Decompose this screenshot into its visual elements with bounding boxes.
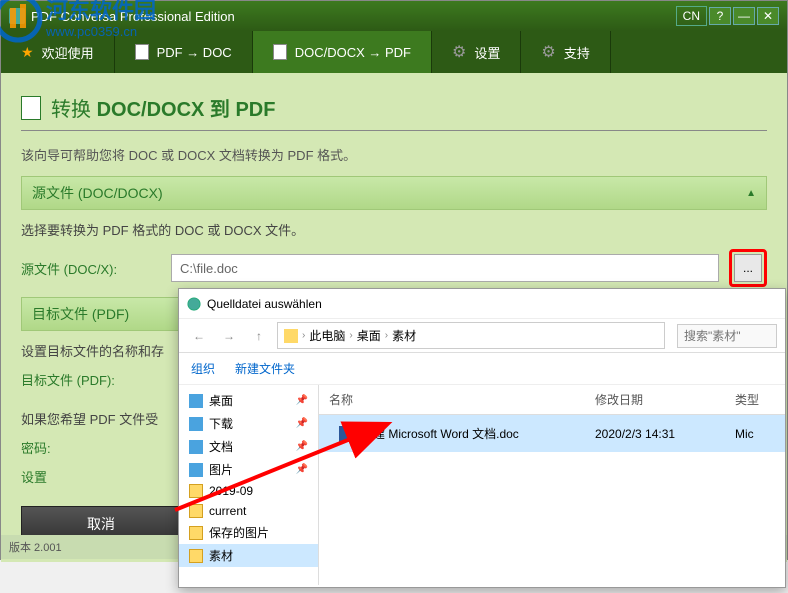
browse-highlight: ... [729,249,767,287]
dialog-title: Quelldatei auswählen [207,297,322,311]
close-button[interactable]: ✕ [757,7,779,25]
tab-settings[interactable]: ⚙设置 [432,31,521,73]
word-doc-icon [339,426,355,442]
page-description: 该向导可帮助您将 DOC 或 DOCX 文档转换为 PDF 格式。 [21,145,767,164]
doc-icon [189,440,203,454]
chevron-up-icon: ▲ [746,188,756,199]
folder-icon [189,549,203,563]
file-list-header: 名称 修改日期 类型 [319,385,785,415]
settings-label: 设置 [21,467,47,486]
sidebar-item[interactable]: 图片📌 [179,458,318,481]
sidebar-item[interactable]: 下载📌 [179,412,318,435]
source-section-header[interactable]: 源文件 (DOC/DOCX) ▲ [21,176,767,210]
download-icon [189,417,203,431]
pin-icon: 📌 [296,418,308,429]
password-label: 密码: [21,438,51,457]
star-icon: ★ [21,44,34,61]
tab-support[interactable]: ⚙支持 [521,31,610,73]
window-title: PDF Conversa Professional Edition [31,9,676,24]
minimize-button[interactable]: — [733,7,755,25]
dialog-nav: ← → ↑ › 此电脑 › 桌面 › 素材 [179,319,785,353]
target-file-label: 目标文件 (PDF): [21,370,161,389]
new-folder-button[interactable]: 新建文件夹 [235,360,295,377]
support-icon: ⚙ [541,42,555,62]
nav-up-button[interactable]: ↑ [247,324,271,348]
dialog-title-bar: Quelldatei auswählen [179,289,785,319]
tab-doc-to-pdf[interactable]: DOC/DOCX → PDF [253,31,432,73]
folder-icon [189,504,203,518]
column-type[interactable]: 类型 [725,385,785,414]
dialog-sidebar: 桌面📌下载📌文档📌图片📌2019-09current保存的图片素材 [179,385,319,585]
source-file-row: 源文件 (DOC/X): ... [21,249,767,287]
nav-back-button[interactable]: ← [187,324,211,348]
dialog-body: 桌面📌下载📌文档📌图片📌2019-09current保存的图片素材 名称 修改日… [179,385,785,585]
main-tabs: ★欢迎使用 PDF → DOC DOC/DOCX → PDF ⚙设置 ⚙支持 [1,31,787,73]
file-row[interactable]: 新建 Microsoft Word 文档.doc2020/2/3 14:31Mi… [319,415,785,452]
divider [21,130,767,131]
dialog-search-input[interactable] [677,324,777,348]
column-name[interactable]: 名称 [319,385,585,414]
sidebar-item[interactable]: 2019-09 [179,481,318,501]
help-button[interactable]: ? [709,7,731,25]
pin-icon: 📌 [296,464,308,475]
dialog-file-list: 名称 修改日期 类型 新建 Microsoft Word 文档.doc2020/… [319,385,785,585]
app-icon [9,8,25,24]
sidebar-item[interactable]: 桌面📌 [179,389,318,412]
organize-button[interactable]: 组织 [191,360,215,377]
pin-icon: 📌 [296,395,308,406]
page-header: 转换 DOC/DOCX 到 PDF [21,93,767,122]
page-icon [21,96,41,120]
sidebar-item[interactable]: 保存的图片 [179,521,318,544]
dialog-icon [187,297,201,311]
folder-icon [189,484,203,498]
desktop-icon [189,394,203,408]
tab-welcome[interactable]: ★欢迎使用 [1,31,115,73]
page-title: 转换 DOC/DOCX 到 PDF [51,93,275,122]
tab-pdf-to-doc[interactable]: PDF → DOC [115,31,253,73]
doc-icon [273,44,287,60]
sidebar-item[interactable]: 文档📌 [179,435,318,458]
folder-icon [284,329,298,343]
source-file-input[interactable] [171,254,719,282]
browse-source-button[interactable]: ... [734,254,762,282]
sidebar-item[interactable]: 素材 [179,544,318,567]
column-date[interactable]: 修改日期 [585,385,725,414]
doc-icon [135,44,149,60]
dialog-toolbar: 组织 新建文件夹 [179,353,785,385]
title-bar: PDF Conversa Professional Edition CN ? —… [1,1,787,31]
nav-forward-button[interactable]: → [217,324,241,348]
pic-icon [189,463,203,477]
pin-icon: 📌 [296,441,308,452]
file-open-dialog: Quelldatei auswählen ← → ↑ › 此电脑 › 桌面 › … [178,288,786,588]
language-button[interactable]: CN [676,6,707,26]
source-description: 选择要转换为 PDF 格式的 DOC 或 DOCX 文件。 [21,220,767,239]
source-file-label: 源文件 (DOC/X): [21,259,161,278]
breadcrumb[interactable]: › 此电脑 › 桌面 › 素材 [277,322,665,349]
gear-icon: ⚙ [452,42,466,62]
window-controls: CN ? — ✕ [676,6,779,26]
sidebar-item[interactable]: current [179,501,318,521]
folder-icon [189,526,203,540]
